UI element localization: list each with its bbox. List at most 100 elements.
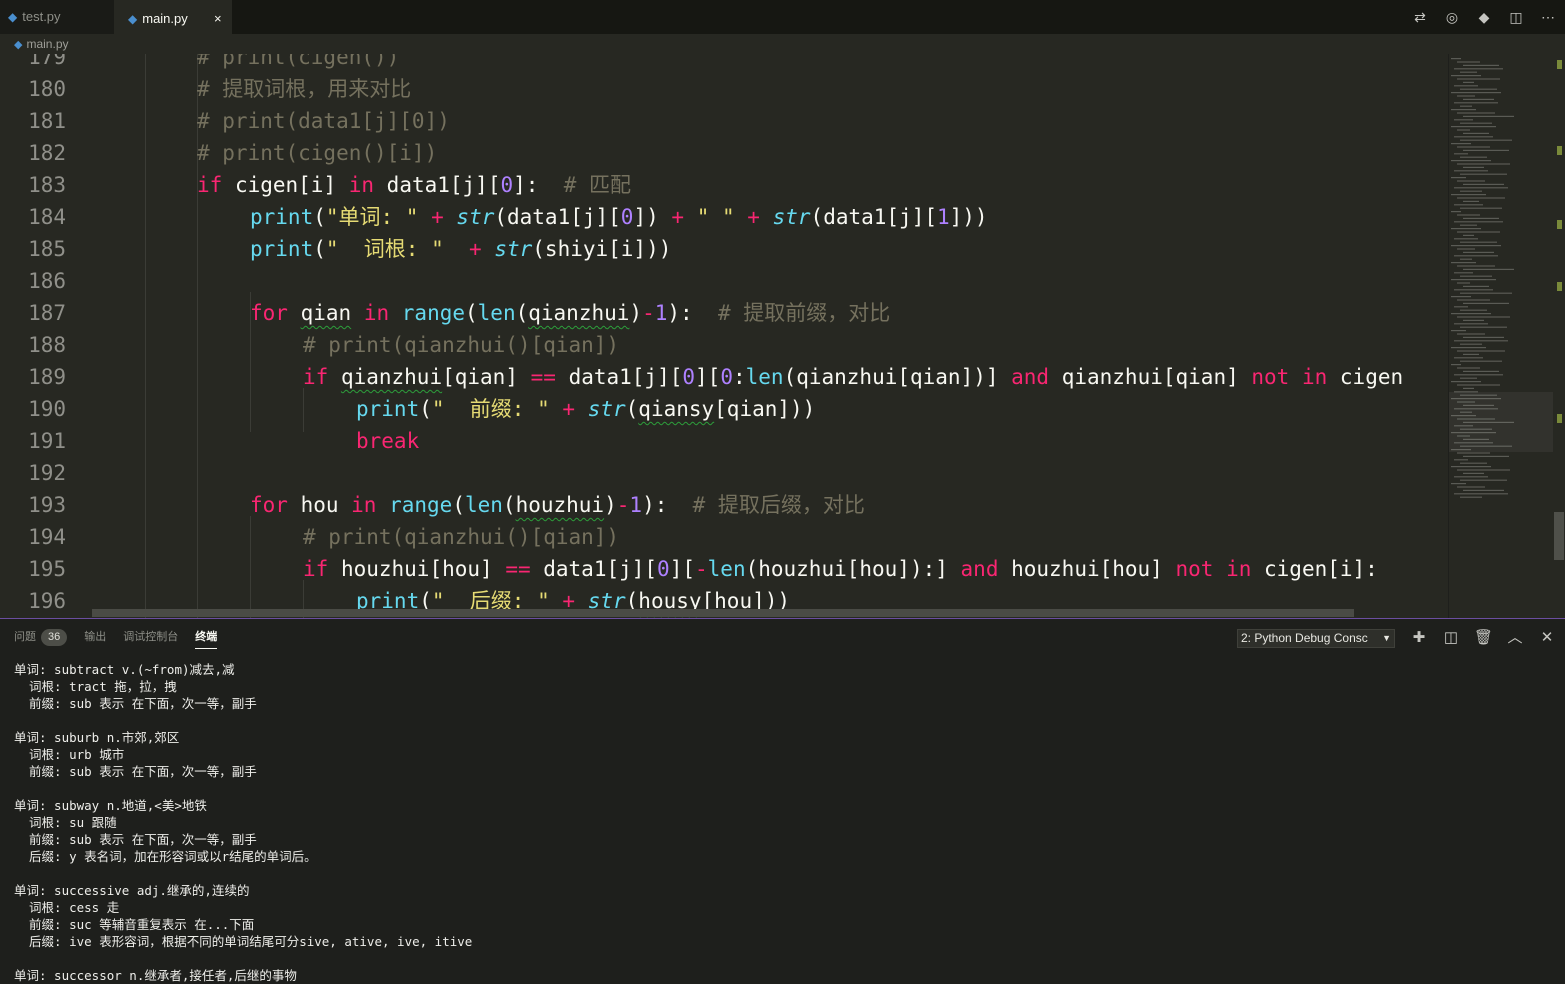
line-number: 192 xyxy=(28,461,66,485)
line-number: 193 xyxy=(28,493,66,517)
dropdown-caret-icon: ▼ xyxy=(1382,633,1391,643)
line-number: 194 xyxy=(28,525,66,549)
python-file-icon: ◆ xyxy=(8,10,18,24)
line-number: 186 xyxy=(28,269,66,293)
overview-ruler-mark xyxy=(1557,220,1562,229)
terminal-line: 前缀: sub 表示 在下面，次一等，副手 xyxy=(14,832,257,847)
tab-label: test.py xyxy=(22,9,61,24)
git-icon[interactable]: ◆ xyxy=(1475,8,1493,26)
line-number: 188 xyxy=(28,333,66,357)
code-line: # print(cigen()[i]) xyxy=(197,141,438,165)
split-editor-icon[interactable]: ◫ xyxy=(1507,8,1525,26)
more-actions-icon[interactable]: ⋯ xyxy=(1539,8,1557,26)
tab-main-py[interactable]: ◆ main.py × xyxy=(114,0,232,34)
terminal-line: 单词: subtract v.(~from)减去,减 xyxy=(14,662,235,677)
line-number: 185 xyxy=(28,237,66,261)
open-preview-icon[interactable]: ◎ xyxy=(1443,8,1461,26)
code-line: # print(data1[j][0]) xyxy=(197,109,450,133)
horizontal-scrollbar[interactable] xyxy=(92,609,1354,617)
tab-output[interactable]: 输出 xyxy=(84,619,106,655)
code-line: print(" 词根: " + str(shiyi[i])) xyxy=(250,237,672,261)
minimap-preview xyxy=(1451,58,1514,498)
breadcrumb[interactable]: ◆ main.py xyxy=(0,34,1565,54)
line-number: 196 xyxy=(28,589,66,613)
line-number: 195 xyxy=(28,557,66,581)
breadcrumb-file: main.py xyxy=(26,37,69,51)
terminal-line: 词根: urb 城市 xyxy=(14,747,125,762)
line-number: 179 xyxy=(28,54,66,69)
editor-tab-bar: ◆ test.py ◆ main.py × ⇄ ◎ ◆ ◫ ⋯ xyxy=(0,0,1565,34)
line-number: 183 xyxy=(28,173,66,197)
indent-guide xyxy=(250,516,251,618)
terminal-select[interactable]: 2: Python Debug Consc ▼ xyxy=(1237,629,1395,648)
code-line: if cigen[i] in data1[j][0]: # 匹配 xyxy=(197,173,631,197)
terminal-line: 词根: cess 走 xyxy=(14,900,120,915)
terminal-line: 单词: successive adj.继承的,连续的 xyxy=(14,883,250,898)
terminal-line: 词根: su 跟随 xyxy=(14,815,117,830)
line-number: 182 xyxy=(28,141,66,165)
line-number: 187 xyxy=(28,301,66,325)
tab-label: main.py xyxy=(142,11,188,26)
close-icon[interactable]: ✕ xyxy=(1538,628,1556,648)
tab-terminal[interactable]: 终端 xyxy=(195,619,218,655)
code-line: for hou in range(len(houzhui)-1): # 提取后缀… xyxy=(250,493,865,517)
code-line: if houzhui[hou] == data1[j][0][-len(houz… xyxy=(303,557,1378,581)
vertical-scrollbar[interactable] xyxy=(1553,54,1565,618)
split-icon[interactable]: ◫ xyxy=(1442,628,1460,648)
code-line: # print(cigen()) xyxy=(197,54,400,69)
overview-ruler-mark xyxy=(1557,282,1562,291)
panel-tabs: 问题 36 输出 调试控制台 终端 xyxy=(0,619,220,655)
terminal-line: 后缀: y 表名词，加在形容词或以r结尾的单词后。 xyxy=(14,849,317,864)
code-line: break xyxy=(356,429,420,453)
python-file-icon: ◆ xyxy=(14,39,23,51)
close-tab-icon[interactable]: × xyxy=(214,2,222,36)
minimap[interactable] xyxy=(1448,54,1554,618)
indent-guide xyxy=(303,388,304,432)
open-changes-icon[interactable]: ⇄ xyxy=(1411,8,1429,26)
overview-ruler-mark xyxy=(1557,414,1562,423)
indent-guide xyxy=(145,54,146,618)
line-number: 191 xyxy=(28,429,66,453)
minimap-viewport[interactable] xyxy=(1449,392,1554,452)
line-number-gutter: 179 180 181 182 183 184 185 186 187 188 189 190 191 1… xyxy=(0,54,92,618)
problems-count-badge: 36 xyxy=(41,629,68,646)
line-number: 190 xyxy=(28,397,66,421)
code-line: # print(qianzhui()[qian]) xyxy=(303,333,620,357)
python-file-icon: ◆ xyxy=(128,12,138,26)
line-number: 189 xyxy=(28,365,66,389)
code-editor[interactable]: 179 180 181 182 183 184 185 186 187 188 189 190 191 1… xyxy=(0,54,1565,618)
code-area[interactable]: # print(cigen()) # 提取词根，用来对比 # print(dat… xyxy=(92,54,1448,618)
chevron-up-icon[interactable]: ︿ xyxy=(1506,628,1524,648)
bottom-panel: 问题 36 输出 调试控制台 终端 2: Python Debug Consc ▼ … xyxy=(0,618,1565,983)
scrollbar-thumb[interactable] xyxy=(1554,512,1564,560)
code-line: print(" 前缀: " + str(qiansy[qian])) xyxy=(356,397,816,421)
tab-problems[interactable]: 问题 36 xyxy=(14,619,68,655)
terminal-line: 前缀: sub 表示 在下面，次一等，副手 xyxy=(14,764,257,779)
code-line: # 提取词根，用来对比 xyxy=(197,77,412,101)
terminal-line: 单词: suburb n.市郊,郊区 xyxy=(14,730,180,745)
tab-test-py[interactable]: ◆ test.py xyxy=(0,0,114,34)
line-number: 181 xyxy=(28,109,66,133)
code-line: if qianzhui[qian] == data1[j][0][0:len(q… xyxy=(303,365,1404,389)
tab-debug-console[interactable]: 调试控制台 xyxy=(123,619,178,655)
code-line: # print(qianzhui()[qian]) xyxy=(303,525,620,549)
line-number: 180 xyxy=(28,77,66,101)
code-line: for qian in range(len(qianzhui)-1): # 提取… xyxy=(250,301,891,325)
code-line: print("单词: " + str(data1[j][0]) + " " + … xyxy=(250,205,988,229)
terminal-line: 单词: successor n.继承者,接任者,后继的事物 xyxy=(14,968,297,983)
terminal-line: 前缀: suc 等辅音重复表示 在...下面 xyxy=(14,917,255,932)
terminal-output[interactable]: 单词: subtract v.(~from)减去,减 词根: tract 拖，拉… xyxy=(14,661,1554,984)
terminal-line: 后缀: ive 表形容词，根据不同的单词结尾可分sive, ative, ive… xyxy=(14,934,473,949)
overview-ruler-mark xyxy=(1557,146,1562,155)
line-number: 184 xyxy=(28,205,66,229)
plus-icon[interactable]: ✚ xyxy=(1410,628,1428,648)
trash-icon[interactable]: 🗑 xyxy=(1474,628,1493,648)
terminal-line: 前缀: sub 表示 在下面，次一等，副手 xyxy=(14,696,257,711)
terminal-line: 词根: tract 拖，拉，拽 xyxy=(14,679,177,694)
overview-ruler-mark xyxy=(1557,60,1562,69)
terminal-line: 单词: subway n.地道,<美>地铁 xyxy=(14,798,207,813)
